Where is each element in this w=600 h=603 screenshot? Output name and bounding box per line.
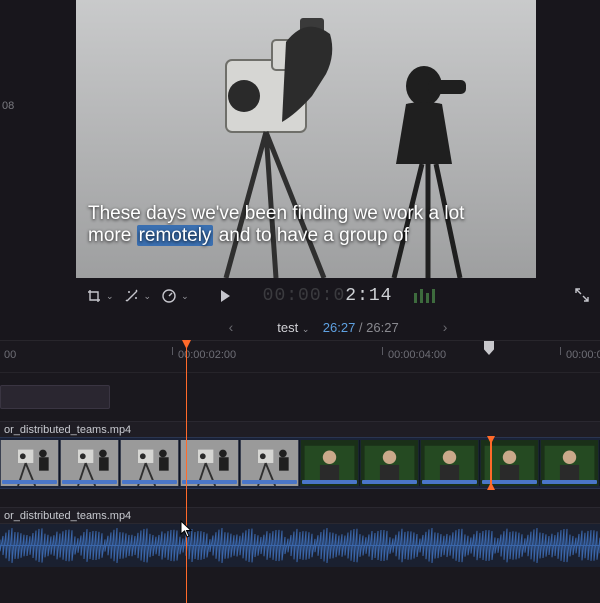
- caption-highlight: remotely: [137, 225, 214, 246]
- frame-ruler-mark: 08: [2, 100, 14, 112]
- timecode-display[interactable]: 00:00:02:14: [263, 286, 393, 306]
- track-label: or_distributed_teams.mp4: [0, 507, 600, 523]
- chevron-down-icon: ⌄: [302, 324, 312, 334]
- caption-overlay: These days we've been finding we work a …: [88, 203, 508, 248]
- clip-nav-bar: ‹ test ⌄ 26:27 / 26:27 ›: [76, 314, 600, 340]
- clip-duration-total: 26:27: [366, 320, 399, 335]
- track-label-text: or_distributed_teams.mp4: [4, 424, 131, 436]
- timeline[interactable]: 00 00:00:02:0000:00:04:0000:00:06:00 or_…: [0, 340, 600, 603]
- clip-thumbnail[interactable]: [420, 440, 480, 486]
- ruler-tick: [560, 347, 561, 355]
- next-clip-button[interactable]: ›: [423, 319, 468, 335]
- preview-toolbar: ⌄ ⌄ ⌄ 00:00:02:14: [76, 278, 600, 314]
- video-track[interactable]: [0, 437, 600, 489]
- ruler-label: 00:00:06:00: [566, 349, 600, 361]
- chevron-down-icon: ⌄: [144, 291, 152, 302]
- magic-tool[interactable]: ⌄: [124, 288, 152, 304]
- wand-icon: [124, 288, 140, 304]
- caption-text-after: and to have a group of: [213, 225, 408, 246]
- clip-thumbnail[interactable]: [300, 440, 360, 486]
- clip-thumbnail[interactable]: [480, 440, 540, 486]
- timecode-dim: 00:00:0: [263, 286, 346, 306]
- ruler-label: 00:00:04:00: [388, 349, 446, 361]
- track-label-text: or_distributed_teams.mp4: [4, 510, 131, 522]
- ruler-tick: [382, 347, 383, 355]
- clip-thumbnail[interactable]: [60, 440, 120, 486]
- timecode-bright: 2:14: [345, 286, 392, 306]
- audio-meter: [414, 289, 435, 303]
- crop-icon: [86, 288, 102, 304]
- clip-thumbnail[interactable]: [240, 440, 300, 486]
- retime-tool[interactable]: ⌄: [161, 288, 189, 304]
- play-icon: [217, 288, 233, 304]
- waveform: [0, 528, 600, 563]
- chevron-down-icon: ⌄: [106, 291, 114, 302]
- cut-marker[interactable]: [490, 438, 492, 488]
- clip-name[interactable]: test: [277, 320, 298, 335]
- fullscreen-button[interactable]: [574, 287, 590, 306]
- gap-track[interactable]: [0, 373, 600, 421]
- clip-thumbnail[interactable]: [120, 440, 180, 486]
- timeline-ruler[interactable]: 00 00:00:02:0000:00:04:0000:00:06:00: [0, 341, 600, 373]
- chevron-down-icon: ⌄: [181, 291, 189, 302]
- gap-clip[interactable]: [0, 385, 110, 409]
- prev-clip-button[interactable]: ‹: [209, 319, 254, 335]
- clip-duration-current: 26:27: [323, 320, 356, 335]
- playhead[interactable]: [186, 341, 187, 603]
- clip-thumbnail[interactable]: [360, 440, 420, 486]
- clip-thumbnail[interactable]: [0, 440, 60, 486]
- ruler-tick: [172, 347, 173, 355]
- clip-thumbnail[interactable]: [540, 440, 600, 486]
- crop-tool[interactable]: ⌄: [86, 288, 114, 304]
- audio-track[interactable]: [0, 523, 600, 567]
- clip-thumbnail[interactable]: [180, 440, 240, 486]
- gauge-icon: [161, 288, 177, 304]
- ruler-label: 00: [4, 349, 16, 361]
- track-label: or_distributed_teams.mp4: [0, 421, 600, 437]
- play-button[interactable]: [217, 288, 233, 304]
- clip-duration-sep: /: [355, 320, 366, 335]
- expand-icon: [574, 287, 590, 303]
